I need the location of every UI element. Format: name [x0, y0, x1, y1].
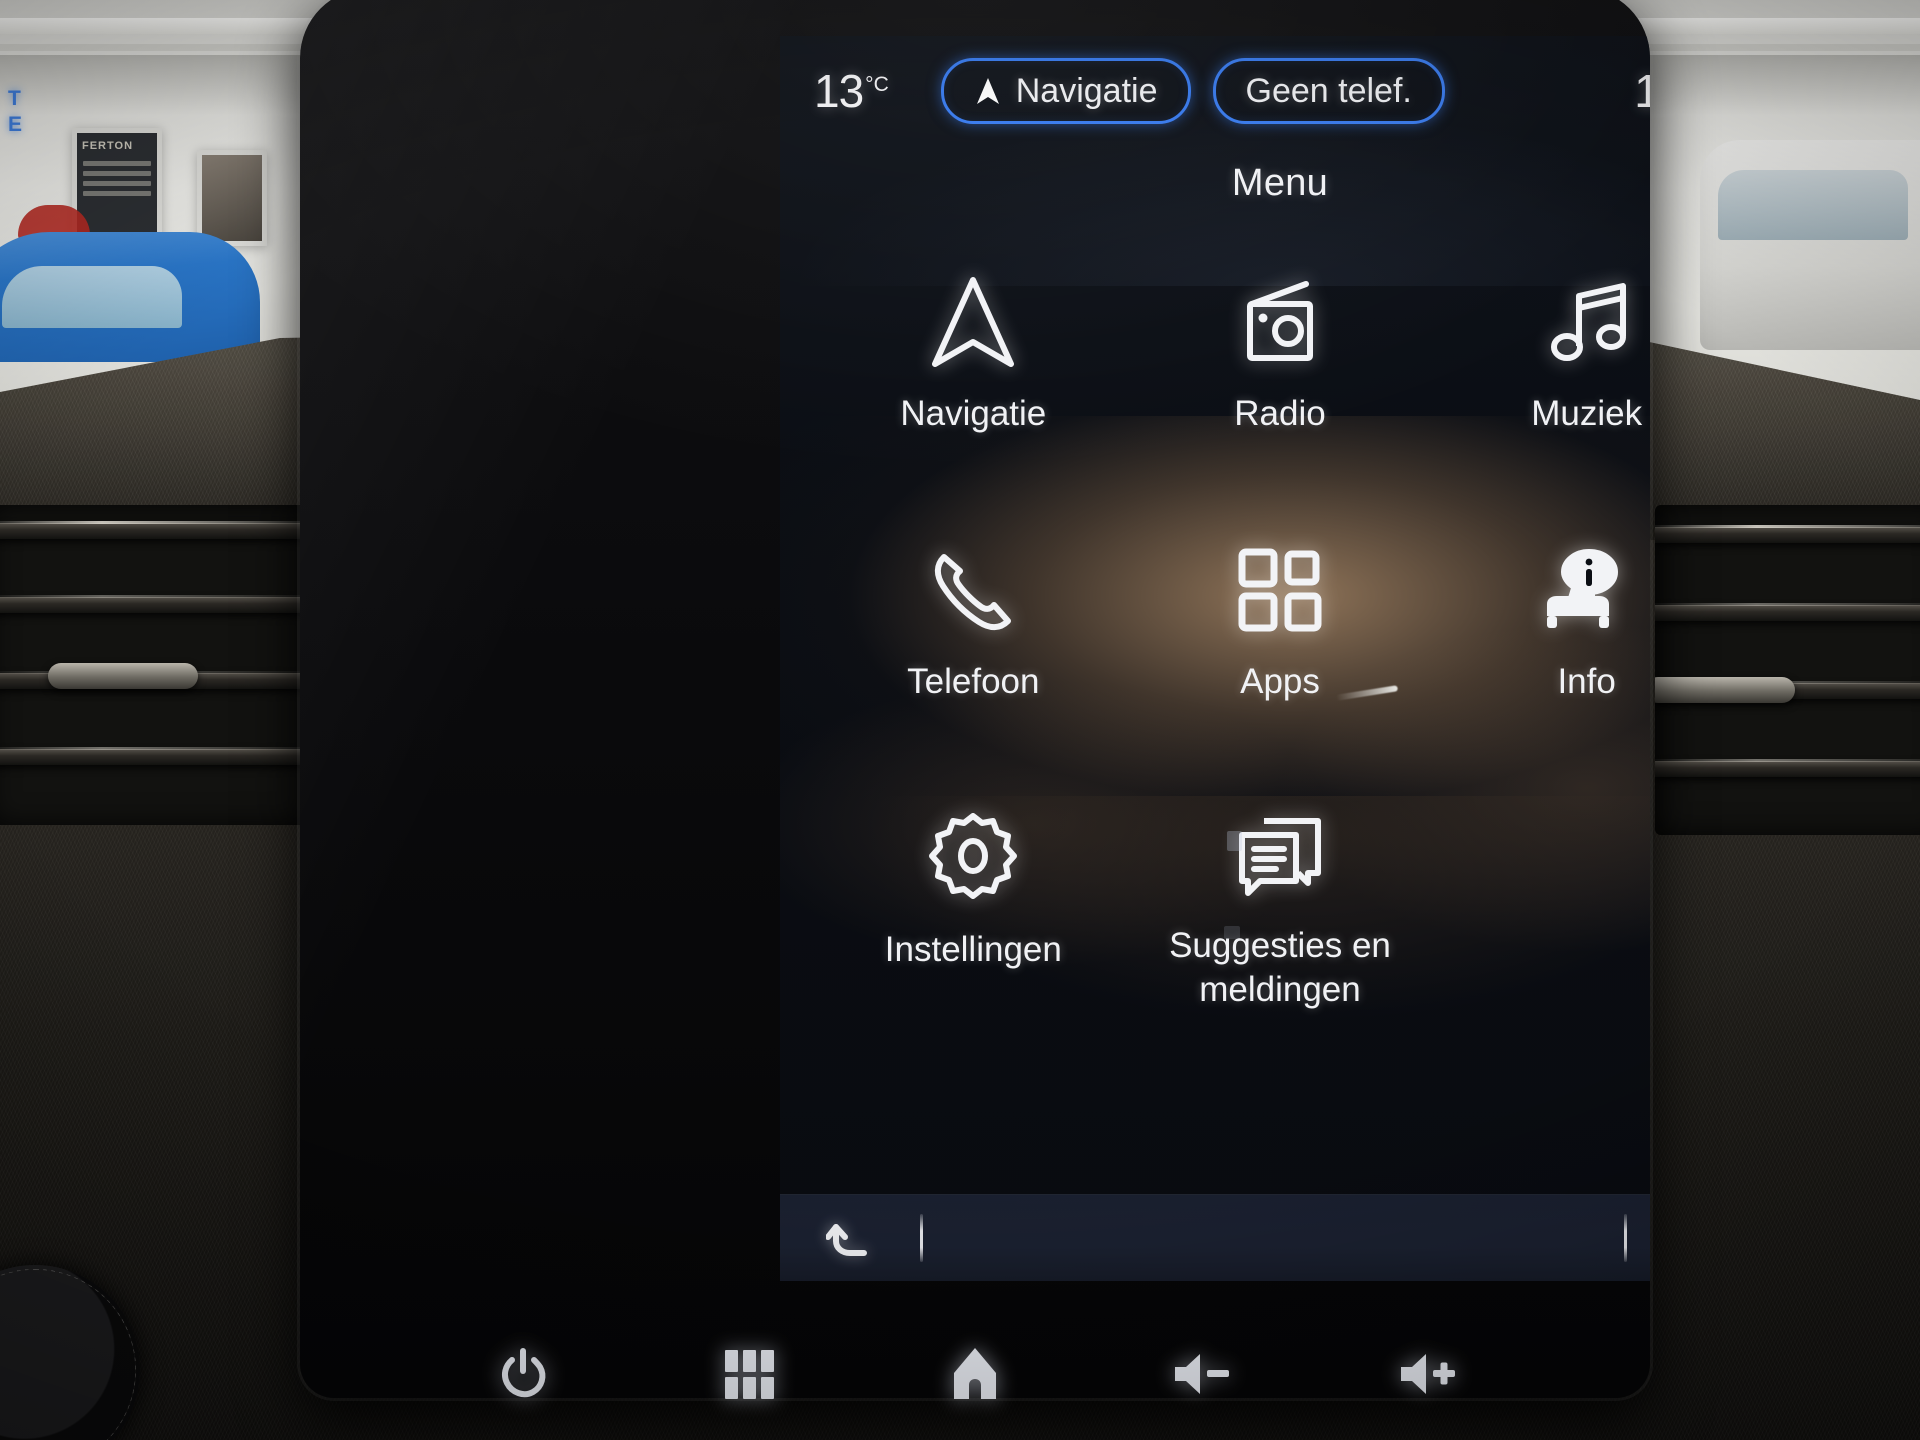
power-icon	[499, 1347, 547, 1401]
climate-knob-label: TE	[8, 87, 24, 136]
menu-tile-telefoon[interactable]: Telefoon	[820, 516, 1127, 784]
home-icon	[948, 1345, 1002, 1403]
screen-bottom-bar	[780, 1194, 1650, 1281]
temperature-unit: °C	[865, 72, 889, 96]
screen-speck	[1224, 926, 1240, 939]
bottom-bar-divider-right	[1624, 1214, 1627, 1262]
hardware-key-row	[360, 1318, 1590, 1430]
white-car-windscreen	[1718, 170, 1908, 240]
air-vent-right-knob[interactable]	[1655, 677, 1795, 703]
volume-up-icon	[1395, 1348, 1459, 1400]
music-note-icon	[1539, 270, 1635, 374]
clock: 11:40	[1634, 65, 1650, 117]
blue-car-windscreen	[2, 266, 182, 328]
status-bar: 13°C Navigatie Geen telef. 11:40	[780, 36, 1650, 146]
power-button[interactable]	[475, 1329, 571, 1419]
status-pill-navigation[interactable]: Navigatie	[940, 58, 1191, 124]
menu-tile-label: Suggesties en meldingen	[1169, 926, 1391, 1009]
gear-icon	[925, 806, 1021, 910]
menu-grid: Navigatie Radio Muziek Telefoon Apps Inf…	[780, 220, 1650, 1052]
back-arrow-icon[interactable]	[826, 1215, 878, 1261]
page-title: Menu	[1231, 161, 1329, 204]
navigation-arrow-icon	[927, 270, 1019, 374]
air-vent-left-knob[interactable]	[48, 663, 198, 689]
messages-icon	[1230, 806, 1330, 910]
menu-tile-apps[interactable]: Apps	[1127, 516, 1434, 784]
menu-tile-label: Info	[1557, 662, 1616, 701]
menu-tile-instellingen[interactable]: Instellingen	[820, 784, 1127, 1052]
showroom-blue-car	[0, 232, 260, 362]
menu-tile-label: Radio	[1234, 394, 1326, 433]
menu-tile-label: Navigatie	[900, 394, 1047, 433]
volume-down-button[interactable]	[1153, 1329, 1249, 1419]
menu-tile-muziek[interactable]: Muziek	[1433, 248, 1650, 516]
status-pill-phone-label: Geen telef.	[1245, 71, 1412, 110]
infotainment-screen[interactable]: 13°C Navigatie Geen telef. 11:40 Menu	[780, 36, 1650, 1281]
menu-tile-empty	[1433, 784, 1650, 1052]
apps-grid-icon	[724, 1349, 774, 1399]
air-vent-left[interactable]	[0, 505, 310, 825]
wall-picture	[197, 150, 267, 246]
page-header: Menu	[780, 146, 1650, 220]
menu-tile-label: Muziek	[1531, 394, 1643, 433]
apps-button[interactable]	[701, 1329, 797, 1419]
menu-tile-label: Instellingen	[884, 930, 1062, 969]
volume-down-icon	[1169, 1348, 1233, 1400]
navigation-arrow-icon	[974, 76, 1002, 106]
menu-tile-info[interactable]: Info	[1433, 516, 1650, 784]
menu-tile-navigatie[interactable]: Navigatie	[820, 248, 1127, 516]
apps-grid-icon	[1234, 538, 1326, 642]
volume-up-button[interactable]	[1379, 1329, 1475, 1419]
radio-icon	[1228, 270, 1332, 374]
screen-speck	[1227, 831, 1242, 851]
temperature-value: 13	[814, 65, 864, 117]
car-info-icon	[1537, 538, 1637, 642]
photo-scene: FERTON T E 13°C Navigatie Geen telef. 1 …	[0, 0, 1920, 1440]
bottom-bar-divider-left	[920, 1214, 923, 1262]
menu-tile-suggesties-en-meldingen[interactable]: Suggesties en meldingen	[1127, 784, 1434, 1052]
status-pill-navigation-label: Navigatie	[1015, 71, 1158, 110]
poster-lines	[77, 152, 157, 205]
phone-handset-icon	[924, 538, 1022, 642]
menu-tile-label: Telefoon	[907, 662, 1040, 701]
status-pill-phone[interactable]: Geen telef.	[1212, 58, 1445, 124]
air-vent-right[interactable]	[1655, 505, 1920, 835]
head-unit-bezel: 13°C Navigatie Geen telef. 11:40 Menu	[300, 0, 1650, 1398]
menu-tile-label: Apps	[1240, 662, 1320, 701]
home-button[interactable]	[927, 1329, 1023, 1419]
outside-temperature: 13°C	[814, 64, 889, 118]
showroom-white-car	[1700, 140, 1920, 350]
menu-tile-radio[interactable]: Radio	[1127, 248, 1434, 516]
